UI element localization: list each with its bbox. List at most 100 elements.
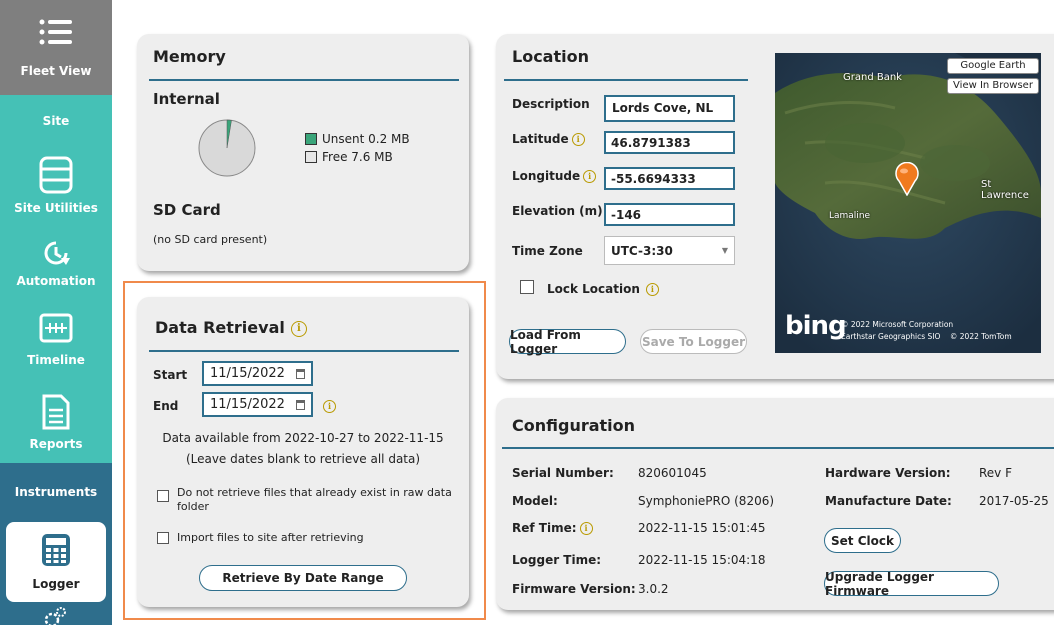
sd-card-label: SD Card <box>153 201 221 219</box>
end-label: End <box>153 399 179 413</box>
info-icon[interactable]: i <box>290 320 307 337</box>
view-in-browser-button[interactable]: View In Browser <box>947 78 1039 94</box>
upgrade-logger-firmware-button[interactable]: Upgrade Logger Firmware <box>824 570 999 598</box>
hardware-version-label: Hardware Version: <box>825 466 951 480</box>
nav-site-utilities[interactable]: Site Utilities <box>0 145 112 225</box>
legend-free-label: Free 7.6 MB <box>322 150 393 164</box>
elevation-label: Elevation (m) <box>512 204 603 218</box>
serial-number-value: 820601045 <box>638 466 707 480</box>
nav-timeline[interactable]: Timeline <box>0 300 112 380</box>
memory-title: Memory <box>153 47 226 66</box>
ref-time-label: Ref Time: i <box>512 521 593 535</box>
calendar-icon[interactable] <box>296 399 305 410</box>
nav-fleet-view[interactable]: Fleet View <box>0 0 112 95</box>
manufacture-date-label: Manufacture Date: <box>825 494 952 508</box>
end-date-field[interactable]: 11/15/2022 <box>202 392 313 417</box>
model-label: Model: <box>512 494 558 508</box>
logger-time-label: Logger Time: <box>512 553 602 567</box>
map-pin-icon <box>895 162 919 196</box>
map-view[interactable]: Grand Bank St Lawrence Lamaline Google E… <box>775 53 1041 353</box>
elevation-field[interactable]: -146 <box>604 203 735 226</box>
calculator-icon <box>42 534 70 566</box>
location-panel: Location Description Lords Cove, NL Lati… <box>496 34 1054 379</box>
nav-automation[interactable]: Automation <box>0 225 112 300</box>
leave-blank-hint: (Leave dates blank to retrieve all data) <box>185 452 421 466</box>
retrieval-title-text: Data Retrieval <box>155 318 285 337</box>
internal-label: Internal <box>153 90 220 108</box>
lock-location-label-text: Lock Location <box>547 282 640 296</box>
ref-time-value: 2022-11-15 15:01:45 <box>638 521 766 535</box>
google-earth-button[interactable]: Google Earth <box>947 58 1039 74</box>
satellite-map-image <box>775 53 1041 353</box>
list-icon <box>39 19 72 44</box>
sidebar: Fleet View Site Site Utilities Automatio… <box>0 0 112 626</box>
sd-card-status: (no SD card present) <box>153 233 268 246</box>
nav-logger-label: Logger <box>32 577 80 591</box>
set-clock-button[interactable]: Set Clock <box>824 528 901 553</box>
retrieval-title-underline <box>149 350 459 352</box>
latitude-field[interactable]: 46.8791383 <box>604 131 735 154</box>
load-from-logger-button[interactable]: Load From Logger <box>509 328 626 356</box>
start-date-value: 11/15/2022 <box>210 366 285 381</box>
retrieval-panel: Data Retrieval i Start 11/15/2022 End 11/… <box>137 297 469 607</box>
longitude-field[interactable]: -55.6694333 <box>604 167 735 190</box>
hardware-version-value: Rev F <box>979 466 1012 480</box>
firmware-version-value: 3.0.2 <box>638 582 669 596</box>
memory-title-underline <box>149 79 459 81</box>
chevron-down-icon: ▼ <box>721 246 728 255</box>
nav-instruments[interactable]: Instruments <box>0 463 112 518</box>
import-after-label[interactable]: Import files to site after retrieving <box>177 531 364 544</box>
retrieve-by-date-range-button[interactable]: Retrieve By Date Range <box>199 565 407 591</box>
skip-existing-checkbox[interactable] <box>157 490 169 502</box>
lock-location-label[interactable]: Lock Location i <box>547 282 659 296</box>
info-icon[interactable]: i <box>645 283 659 296</box>
timeline-icon <box>39 313 73 343</box>
configuration-panel: Configuration Serial Number: 820601045 M… <box>496 398 1054 610</box>
nav-instruments-section: Logger <box>0 518 112 626</box>
latitude-label: Latitude i <box>512 132 585 146</box>
timezone-select[interactable]: UTC-3:30 ▼ <box>604 236 735 265</box>
memory-pie-chart <box>198 119 256 177</box>
configuration-title: Configuration <box>512 416 636 435</box>
lock-location-checkbox[interactable] <box>520 280 534 294</box>
save-to-logger-button[interactable]: Save To Logger <box>640 329 747 354</box>
nav-site-utilities-label: Site Utilities <box>14 201 98 215</box>
info-icon[interactable]: i <box>323 400 336 413</box>
longitude-label-text: Longitude <box>512 169 581 183</box>
description-field[interactable]: Lords Cove, NL <box>604 95 735 122</box>
legend-unsent-swatch <box>305 133 317 145</box>
memory-panel: Memory Internal Unsent 0.2 MB Free 7.6 M… <box>137 34 469 271</box>
info-icon[interactable]: i <box>583 170 597 183</box>
map-copyright-2: Earthstar Geographics SIO © 2022 TomTom <box>841 332 1012 341</box>
legend-free: Free 7.6 MB <box>305 150 393 164</box>
nav-logger[interactable]: Logger <box>6 522 106 602</box>
nav-fleet-view-label: Fleet View <box>20 63 92 78</box>
firmware-version-label: Firmware Version: <box>512 582 636 596</box>
data-available-text: Data available from 2022-10-27 to 2022-1… <box>162 431 444 445</box>
map-copyright-1: © 2022 Microsoft Corporation <box>841 320 954 329</box>
serial-number-label: Serial Number: <box>512 466 614 480</box>
manufacture-date-value: 2017-05-25 <box>979 494 1049 508</box>
nav-instruments-label: Instruments <box>14 484 98 499</box>
description-label: Description <box>512 97 590 111</box>
import-after-checkbox[interactable] <box>157 532 169 544</box>
nav-reports[interactable]: Reports <box>0 380 112 463</box>
database-icon <box>39 156 73 194</box>
clock-arrow-icon <box>44 241 70 265</box>
skip-existing-label[interactable]: Do not retrieve files that already exist… <box>177 486 452 514</box>
nav-site[interactable]: Site <box>0 95 112 145</box>
location-title: Location <box>512 47 589 66</box>
start-date-field[interactable]: 11/15/2022 <box>202 361 313 386</box>
info-icon[interactable]: i <box>571 133 585 146</box>
legend-unsent: Unsent 0.2 MB <box>305 132 410 146</box>
bing-logo: bing <box>785 311 847 341</box>
place-grand-bank: Grand Bank <box>843 72 902 83</box>
info-icon[interactable]: i <box>579 522 593 535</box>
calendar-icon[interactable] <box>296 368 305 379</box>
longitude-label: Longitude i <box>512 169 597 183</box>
place-lamaline: Lamaline <box>829 211 871 221</box>
ref-time-label-text: Ref Time: <box>512 521 577 535</box>
logger-time-value: 2022-11-15 15:04:18 <box>638 553 766 567</box>
retrieval-title: Data Retrieval i <box>155 318 307 337</box>
gears-icon[interactable] <box>43 606 69 626</box>
